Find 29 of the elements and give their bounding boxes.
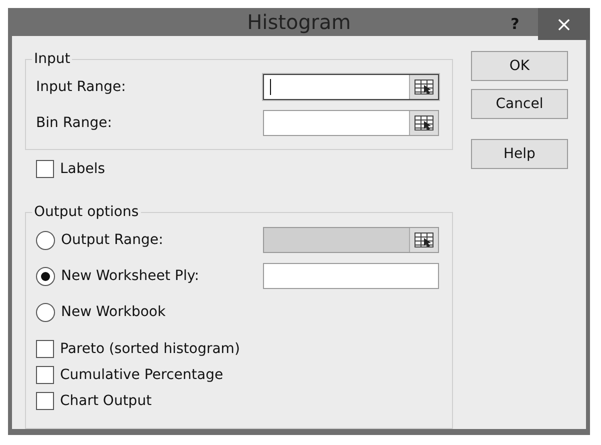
radio-label: New Worksheet Ply: [61,268,200,284]
radio-label: Output Range: [61,232,164,248]
dialog-button[interactable]: OK [471,51,568,81]
checkbox-label: Chart Output [60,393,152,409]
checkbox[interactable] [36,160,54,178]
radio-label: New Workbook [61,304,166,320]
checkbox[interactable] [36,340,54,358]
radio-button[interactable] [36,230,55,250]
range-field[interactable] [263,263,439,289]
group-title: Output options [33,204,140,220]
group-title: Input [33,51,72,67]
dialog-button[interactable]: Help [471,139,568,169]
checkbox-label: Labels [60,161,106,177]
close-button[interactable]: × [538,8,590,40]
range-picker-icon[interactable] [414,115,434,131]
dialog-button[interactable]: Cancel [471,89,568,119]
checkbox[interactable] [36,366,54,384]
field-label: Input Range: [36,79,127,95]
checkbox-label: Cumulative Percentage [60,367,224,383]
field-label: Bin Range: [36,115,113,131]
help-button[interactable]: ? [492,8,538,40]
range-field[interactable] [263,74,439,100]
radio-button[interactable] [36,302,55,322]
range-field[interactable] [263,110,439,136]
radio-button[interactable] [36,266,55,286]
range-picker-icon[interactable] [414,79,434,95]
checkbox-label: Pareto (sorted histogram) [60,341,240,357]
window-title: Histogram [247,10,351,34]
checkbox[interactable] [36,392,54,410]
